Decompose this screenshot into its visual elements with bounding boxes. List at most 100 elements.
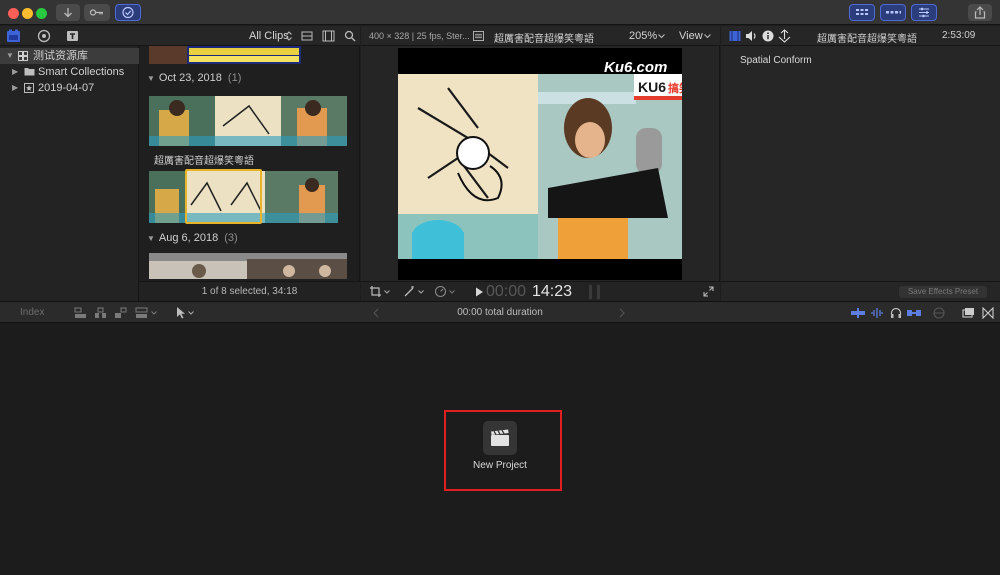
library-item-label: 测试资源库 (33, 50, 88, 62)
solo-icon[interactable] (933, 307, 945, 319)
browser-status-bar: 1 of 8 selected, 34:18 (139, 281, 360, 301)
clip-appearance-icon[interactable] (301, 31, 313, 41)
play-icon[interactable] (475, 287, 484, 297)
library-item-label: Smart Collections (38, 66, 125, 78)
minimize-window-button[interactable] (22, 8, 33, 19)
timecode-current: 14:23 (532, 283, 573, 300)
libraries-icon[interactable] (6, 29, 22, 43)
library-grid-icon (18, 51, 28, 61)
timeline[interactable]: New Project (0, 323, 1000, 575)
disclosure-collapsed-icon[interactable]: ▶ (12, 80, 18, 96)
workspace-inspector-icon (919, 7, 929, 18)
event-header[interactable]: ▼ Oct 23, 2018 (1) (147, 72, 241, 84)
fullscreen-icon[interactable] (703, 286, 714, 297)
background-tasks-icon (122, 6, 134, 19)
library-sidebar: ▼ 测试资源库 ▶ Smart Collections ▶ 2019-04-07 (0, 46, 139, 301)
keywords-button[interactable] (84, 4, 110, 21)
clip-name-label: 超厲害配音超爆笑粵語 (154, 156, 254, 167)
title-bar (0, 0, 1000, 25)
clapperboard-icon (491, 429, 509, 446)
bowtie-icon[interactable] (982, 307, 994, 319)
audio-meter-right (597, 285, 600, 299)
video-inspector-icon[interactable] (729, 30, 741, 42)
new-project-label[interactable]: New Project (444, 460, 556, 471)
share-inspector-icon[interactable] (778, 29, 791, 43)
background-tasks-button[interactable] (115, 4, 141, 21)
clip-filmstrip[interactable] (149, 96, 347, 146)
filmstrip-icon[interactable] (322, 30, 335, 42)
library-item-event-2019-04-07[interactable]: ▶ 2019-04-07 (0, 80, 139, 96)
enhance-wand-icon[interactable] (403, 285, 416, 298)
chevron-down-icon (704, 34, 711, 39)
audio-inspector-icon[interactable] (745, 30, 758, 42)
clip-skimming-icon[interactable] (851, 308, 865, 318)
forward-chevron-icon[interactable] (619, 308, 625, 318)
crop-icon[interactable] (369, 285, 382, 298)
clip-thumbnail-partial[interactable] (149, 46, 301, 64)
event-count: (3) (224, 232, 238, 244)
share-button[interactable] (968, 4, 992, 21)
zoom-window-button[interactable] (36, 8, 47, 19)
retime-speedometer-icon[interactable] (434, 285, 447, 298)
watermark-badge: KU6 (638, 79, 666, 95)
event-date: Aug 6, 2018 (158, 232, 219, 244)
disclosure-collapsed-icon[interactable]: ▶ (12, 64, 18, 80)
event-header[interactable]: ▼ Aug 6, 2018 (3) (147, 232, 238, 244)
selection-status: 1 of 8 selected, 34:18 (201, 286, 298, 297)
folder-icon (24, 68, 35, 76)
library-item-main[interactable]: ▼ 测试资源库 (0, 48, 139, 64)
timeline-toolbar: Index 00:00 total duration (0, 301, 1000, 323)
total-duration: 00:00 total duration (457, 307, 543, 318)
format-info: 400 × 328 | 25 fps, Ster... (369, 31, 470, 41)
viewer-controls: 00:00 14:23 (361, 281, 720, 301)
chevron-down-icon (658, 34, 665, 39)
inspector-clip-title: 超厲害配音超爆笑粵語 (817, 34, 917, 45)
watermark-badge-extra: 搞笑 (668, 81, 682, 95)
clip-filmstrip[interactable] (149, 253, 347, 279)
disclosure-expanded-icon[interactable]: ▼ (147, 234, 155, 243)
share-icon (974, 6, 986, 19)
chevron-down-icon (384, 290, 390, 294)
clip-appearance-timeline-icon[interactable] (962, 307, 975, 319)
watermark-text: Ku6.com (604, 59, 667, 76)
clip-filter-dropdown[interactable]: All Clips (249, 30, 289, 42)
viewer-header: 400 × 328 | 25 fps, Ster... 超厲害配音超爆笑粵語 2… (361, 26, 720, 46)
snapping-icon[interactable] (907, 308, 921, 318)
audio-skimming-icon[interactable] (870, 307, 884, 319)
clip-list-icon[interactable] (473, 31, 484, 41)
key-icon (89, 9, 103, 16)
disclosure-expanded-icon[interactable]: ▼ (147, 74, 155, 83)
timecode-dim: 00:00 (486, 283, 527, 300)
toggle-browser-button[interactable] (849, 4, 875, 21)
section-label: Spatial Conform (740, 55, 812, 66)
event-date: Oct 23, 2018 (158, 72, 222, 84)
close-window-button[interactable] (8, 8, 19, 19)
zoom-dropdown[interactable]: 205% (629, 30, 657, 42)
browser-toolbar: All Clips (0, 26, 360, 46)
viewer: 400 × 328 | 25 fps, Ster... 超厲害配音超爆笑粵語 2… (361, 26, 720, 301)
library-item-smart-collections[interactable]: ▶ Smart Collections (0, 64, 139, 80)
import-button[interactable] (56, 4, 80, 21)
inspector-duration: 2:53:09 (942, 30, 976, 41)
video-frame[interactable]: Ku6.com KU6 搞笑 (398, 48, 682, 280)
new-project-button[interactable] (483, 421, 517, 455)
photos-audio-icon[interactable] (36, 29, 52, 43)
event-count: (1) (227, 72, 242, 84)
inspector-header: 超厲害配音超爆笑粵語 2:53:09 (721, 26, 1000, 46)
disclosure-expanded-icon[interactable]: ▼ (6, 48, 14, 64)
import-arrow-icon (64, 8, 72, 18)
headphones-icon[interactable] (890, 307, 902, 319)
clip-selection-range[interactable] (185, 169, 262, 224)
save-effects-preset-button[interactable]: Save Effects Preset (899, 286, 987, 298)
view-options-dropdown[interactable]: View (679, 30, 703, 42)
chevron-updown-icon (286, 31, 292, 41)
titles-generators-icon[interactable] (65, 29, 81, 43)
viewer-clip-title: 超厲害配音超爆笑粵語 (494, 34, 594, 45)
event-star-icon (24, 83, 34, 93)
info-icon[interactable] (762, 30, 774, 42)
search-icon[interactable] (344, 30, 356, 42)
library-item-label: 2019-04-07 (38, 82, 95, 94)
toggle-timeline-button[interactable] (880, 4, 906, 21)
toggle-inspector-button[interactable] (911, 4, 937, 21)
inspector-footer: Save Effects Preset (721, 281, 1000, 301)
